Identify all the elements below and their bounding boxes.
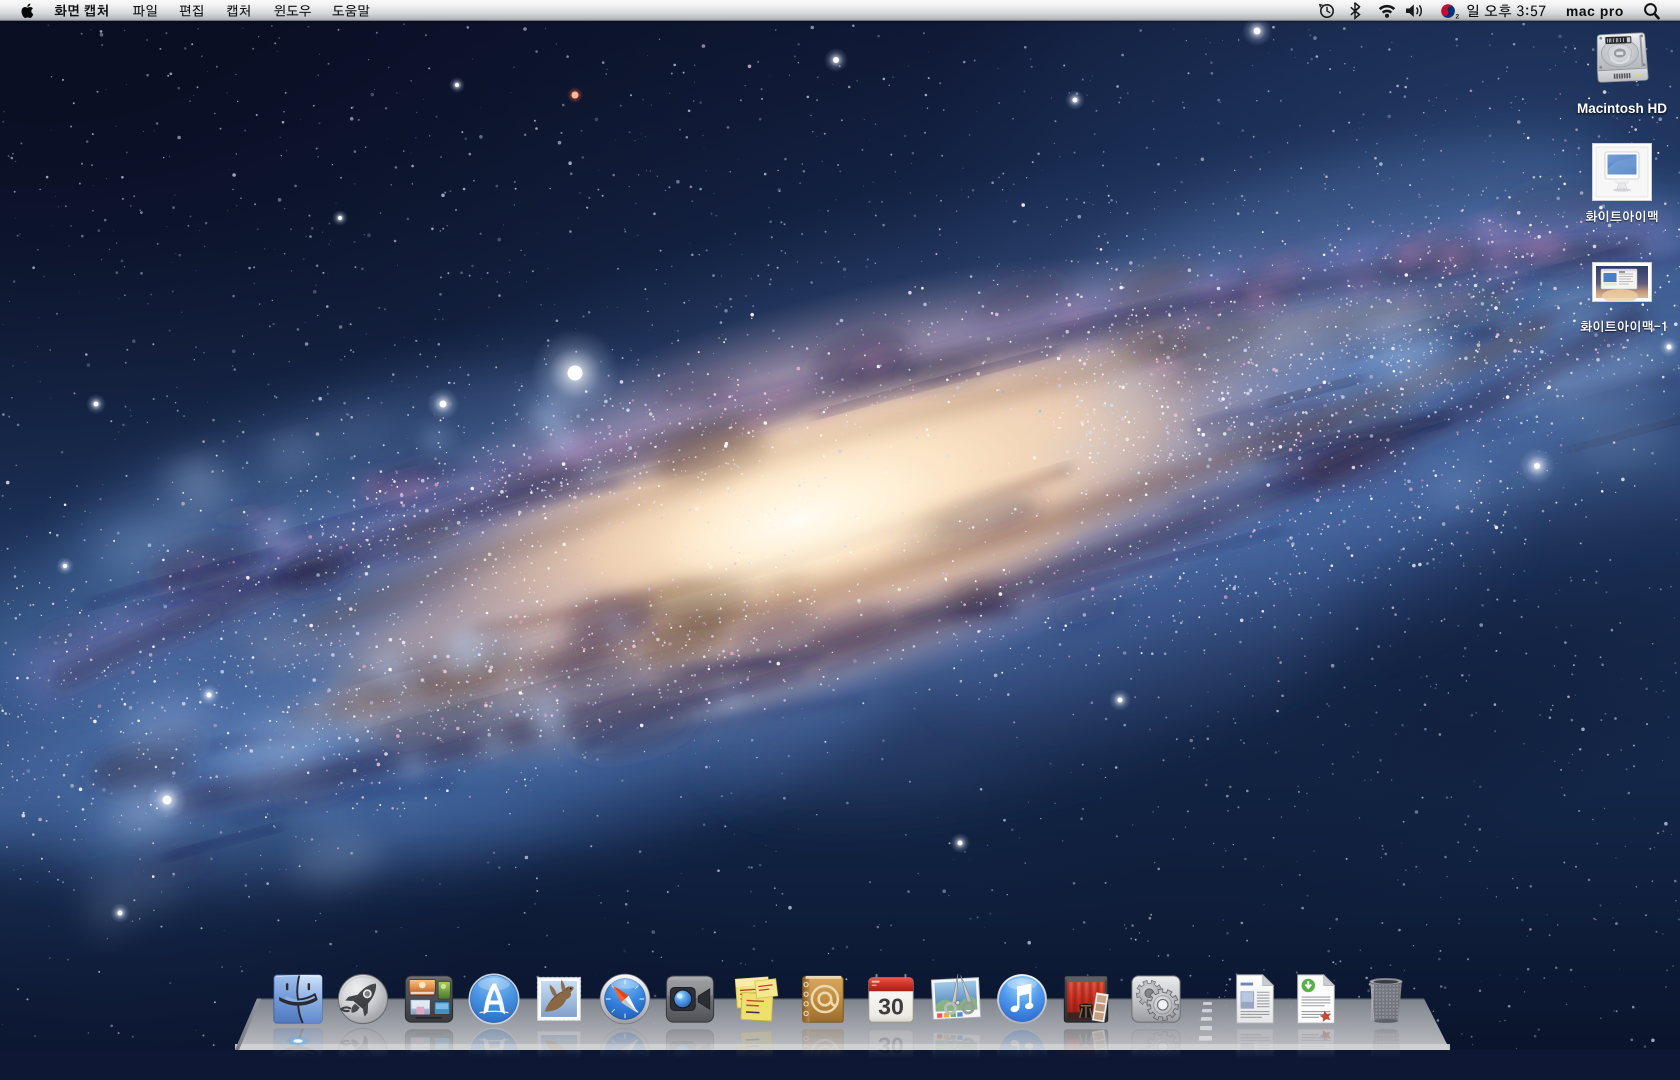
svg-text:30: 30 [878, 1033, 904, 1059]
svg-text:30: 30 [878, 993, 904, 1019]
svg-text:2: 2 [1456, 14, 1460, 21]
svg-text:mac pro: mac pro [1566, 4, 1624, 19]
